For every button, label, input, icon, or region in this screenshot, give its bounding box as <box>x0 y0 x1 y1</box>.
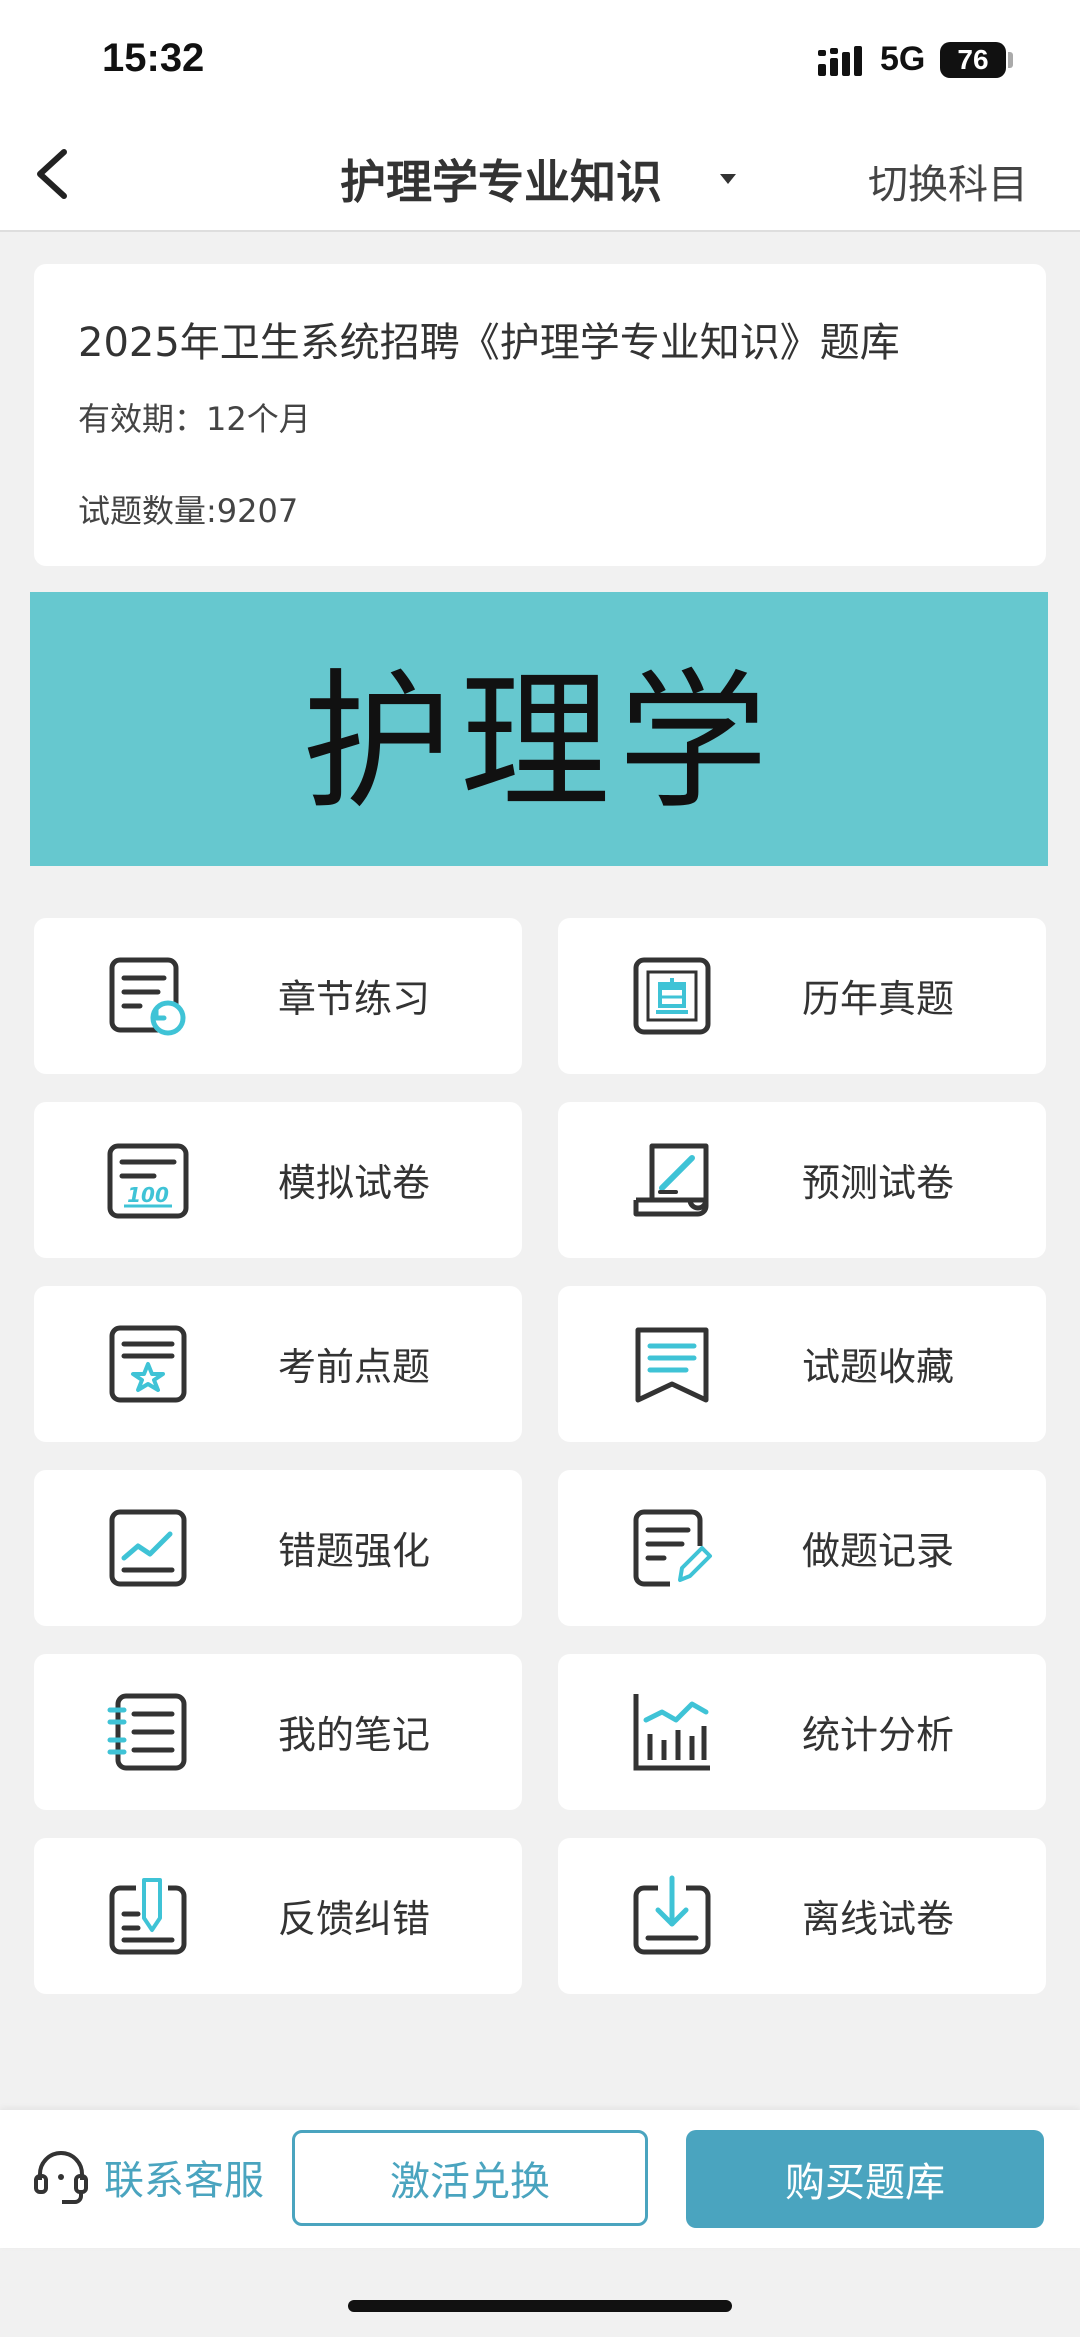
mock-paper-icon: 100 <box>107 1143 189 1219</box>
wrong-questions-icon <box>109 1509 187 1587</box>
chapter-practice-icon <box>109 957 186 1036</box>
battery-level: 76 <box>957 44 989 75</box>
menu-wrong-questions[interactable]: 错题强化 <box>34 1470 522 1626</box>
svg-text:100: 100 <box>127 1183 169 1207</box>
pre-exam-tips-icon <box>109 1325 187 1403</box>
status-time: 15:32 <box>102 36 205 80</box>
menu-label: 模拟试卷 <box>278 1161 431 1205</box>
download-icon <box>633 1875 711 1955</box>
menu-mock-paper[interactable]: 100 模拟试卷 <box>34 1102 522 1258</box>
switch-subject-button[interactable]: 切换科目 <box>868 152 1028 210</box>
menu-past-exams[interactable]: 历年真题 <box>558 918 1046 1074</box>
menu-prediction-paper[interactable]: 预测试卷 <box>558 1102 1046 1258</box>
menu-label: 统计分析 <box>802 1713 955 1757</box>
headset-icon <box>34 2151 88 2204</box>
contact-service-button[interactable]: 联系客服 <box>32 2148 264 2206</box>
subject-banner: 护理学 <box>30 592 1048 866</box>
activate-redeem-button[interactable]: 激活兑换 <box>292 2130 648 2226</box>
banner-text: 护理学 <box>301 655 776 830</box>
network-type: 5G <box>880 40 926 78</box>
home-indicator[interactable] <box>348 2300 732 2312</box>
menu-label: 反馈纠错 <box>278 1897 431 1941</box>
menu-bookmarks[interactable]: 试题收藏 <box>558 1286 1046 1442</box>
bookmark-icon <box>635 1327 709 1403</box>
menu-label: 考前点题 <box>278 1345 431 1389</box>
bottom-bar: 联系客服 激活兑换 购买题库 <box>0 2110 1080 2248</box>
menu-label: 错题强化 <box>278 1529 431 1573</box>
bank-title: 2025年卫生系统招聘《护理学专业知识》题库 <box>78 320 900 366</box>
menu-history-record[interactable]: 做题记录 <box>558 1470 1046 1626</box>
nav-bar: 护理学专业知识 切换科目 <box>0 118 1080 232</box>
caret-down-icon[interactable] <box>716 166 740 190</box>
feedback-icon <box>109 1878 187 1955</box>
menu-feedback[interactable]: 反馈纠错 <box>34 1838 522 1994</box>
question-count: 试题数量:9207 <box>78 492 299 530</box>
menu-offline[interactable]: 离线试卷 <box>558 1838 1046 1994</box>
menu-label: 试题收藏 <box>802 1345 955 1389</box>
menu-label: 做题记录 <box>802 1529 955 1573</box>
notebook-icon <box>107 1693 187 1771</box>
menu-label: 历年真题 <box>802 977 955 1021</box>
contact-service-label: 联系客服 <box>104 2158 264 2204</box>
page-title[interactable]: 护理学专业知识 <box>340 146 662 212</box>
validity-text: 有效期：12个月 <box>78 400 311 438</box>
menu-pre-exam-tips[interactable]: 考前点题 <box>34 1286 522 1442</box>
chevron-left-icon[interactable] <box>24 142 88 206</box>
menu-label: 离线试卷 <box>802 1897 955 1941</box>
menu-label: 预测试卷 <box>802 1161 955 1205</box>
battery-cap <box>1008 52 1013 68</box>
menu-label: 我的笔记 <box>278 1713 431 1757</box>
menu-notes[interactable]: 我的笔记 <box>34 1654 522 1810</box>
prediction-paper-icon <box>633 1143 709 1217</box>
history-record-icon <box>633 1509 712 1587</box>
info-card: 2025年卫生系统招聘《护理学专业知识》题库 有效期：12个月 试题数量:920… <box>34 264 1046 566</box>
menu-stats[interactable]: 统计分析 <box>558 1654 1046 1810</box>
menu-label: 章节练习 <box>278 977 431 1021</box>
signal-icon <box>818 46 862 76</box>
stats-chart-icon <box>633 1694 710 1771</box>
page: 15:32 5G 76 护理学专业知识 切换科目 2025年卫生系统招聘《护理学… <box>0 0 1080 2337</box>
battery-icon: 76 <box>940 42 1006 78</box>
status-bar: 15:32 5G 76 <box>0 0 1080 118</box>
buy-question-bank-button[interactable]: 购买题库 <box>686 2130 1044 2228</box>
menu-chapter-practice[interactable]: 章节练习 <box>34 918 522 1074</box>
past-exams-icon <box>633 957 711 1035</box>
